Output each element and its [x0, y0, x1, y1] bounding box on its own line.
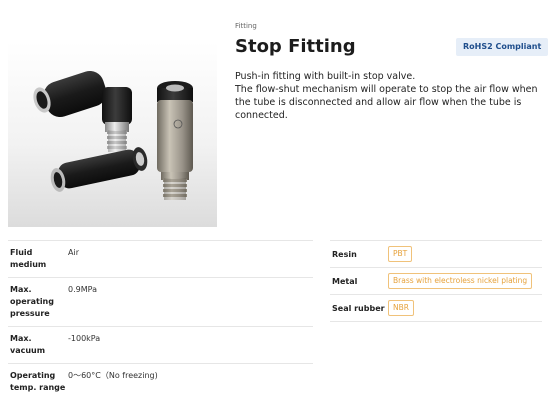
product-image	[8, 42, 217, 227]
straight-nickel-fitting	[157, 81, 193, 200]
elbow-fitting	[33, 70, 132, 152]
material-tag: Brass with electroless nickel plating	[388, 273, 533, 289]
spec-value: 0.9MPa	[68, 285, 97, 294]
page-title: Stop Fitting	[235, 36, 356, 57]
description-line: The flow-shut mechanism will operate to …	[235, 84, 538, 121]
spec-value: 0〜60°C（No freezing)	[68, 371, 158, 380]
category-label: Fitting	[235, 22, 257, 30]
spec-label: Operating temp. range	[10, 371, 66, 392]
spec-label: Max. operating pressure	[10, 285, 54, 318]
spec-value: Air	[68, 248, 79, 257]
material-tag: PBT	[388, 246, 413, 262]
material-row: Seal rubber NBR	[330, 295, 542, 322]
material-row: Resin PBT	[330, 241, 542, 268]
spec-value: -100kPa	[68, 334, 101, 343]
straight-union-fitting	[50, 147, 148, 192]
product-description: Push-in fitting with built-in stop valve…	[235, 70, 545, 122]
spec-row: Fluid medium Air	[8, 241, 313, 278]
spec-table: Fluid medium Air Max. operating pressure…	[8, 240, 313, 400]
material-row: Metal Brass with electroless nickel plat…	[330, 268, 542, 295]
spec-row: Max. operating pressure 0.9MPa	[8, 278, 313, 327]
spec-label: Fluid medium	[10, 248, 47, 269]
material-label: Resin	[332, 249, 357, 259]
spec-row: Operating temp. range 0〜60°C（No freezing…	[8, 364, 313, 400]
material-tag: NBR	[388, 300, 414, 316]
spec-label: Max. vacuum	[10, 334, 46, 355]
material-table: Resin PBT Metal Brass with electroless n…	[330, 240, 542, 322]
material-label: Metal	[332, 276, 358, 286]
description-line: Push-in fitting with built-in stop valve…	[235, 71, 416, 82]
spec-row: Max. vacuum -100kPa	[8, 327, 313, 364]
material-label: Seal rubber	[332, 303, 385, 313]
fittings-illustration	[33, 70, 193, 200]
rohs-badge: RoHS2 Compliant	[456, 38, 549, 56]
